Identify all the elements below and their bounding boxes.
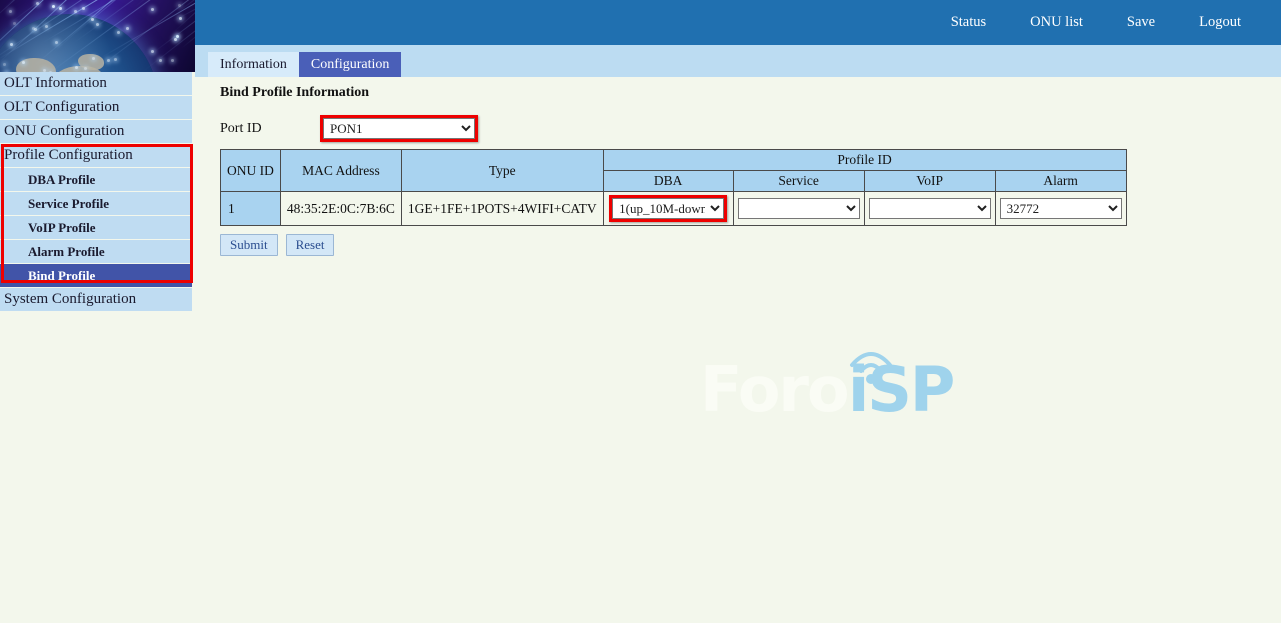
sidebar-item-onu-configuration[interactable]: ONU Configuration [0,120,192,143]
sidebar-item-profile-configuration[interactable]: Profile Configuration [0,144,192,167]
tab-list: Information Configuration [208,52,401,77]
reset-button[interactable]: Reset [286,234,335,256]
col-header-alarm: Alarm [995,171,1126,192]
dba-highlight: 1(up_10M-down_102(up_20M-down_203(up_50M… [609,195,727,222]
col-header-profile-id: Profile ID [603,150,1126,171]
sidebar-item-bind-profile[interactable]: Bind Profile [0,264,192,287]
cell-dba: 1(up_10M-down_102(up_20M-down_203(up_50M… [603,192,733,226]
sidebar-item-voip-profile[interactable]: VoIP Profile [0,216,192,239]
nav-link-onu-list[interactable]: ONU list [1008,0,1105,45]
service-profile-select[interactable]: 12 [738,198,860,219]
sidebar-item-dba-profile[interactable]: DBA Profile [0,168,192,191]
submit-button[interactable]: Submit [220,234,278,256]
port-id-label: Port ID [220,121,320,137]
col-header-voip: VoIP [864,171,995,192]
voip-profile-select[interactable]: 12 [869,198,991,219]
top-header-bar: Status ONU list Save Logout [195,0,1281,45]
watermark-text-foro: Foro [700,359,848,421]
tab-configuration[interactable]: Configuration [299,52,402,77]
nav-link-status[interactable]: Status [929,0,1008,45]
tab-information[interactable]: Information [208,52,299,77]
cell-service: 12 [733,192,864,226]
top-nav: Status ONU list Save Logout [929,0,1281,45]
watermark-text-isp: iSP [848,359,953,421]
col-header-dba: DBA [603,171,733,192]
sidebar-item-service-profile[interactable]: Service Profile [0,192,192,215]
nav-link-logout[interactable]: Logout [1177,0,1263,45]
col-header-mac-address: MAC Address [280,150,401,192]
sidebar-item-olt-information[interactable]: OLT Information [0,72,192,95]
alarm-profile-select[interactable]: 3277232773 [1000,198,1122,219]
tab-strip: Information Configuration [195,45,1281,77]
nav-link-save[interactable]: Save [1105,0,1177,45]
port-id-select[interactable]: PON1PON2PON3PON4PON5PON6PON7PON8 [323,118,475,139]
col-header-service: Service [733,171,864,192]
port-id-row: Port ID PON1PON2PON3PON4PON5PON6PON7PON8 [220,115,478,142]
sidebar-menu: OLT Information OLT Configuration ONU Co… [0,72,195,312]
foroisp-watermark: Foro iSP [700,339,970,439]
table-header-row-1: ONU ID MAC Address Type Profile ID [221,150,1127,171]
cell-type: 1GE+1FE+1POTS+4WIFI+CATV [401,192,603,226]
page-title: Bind Profile Information [220,85,369,101]
wifi-tower-icon [840,335,980,435]
sidebar-item-olt-configuration[interactable]: OLT Configuration [0,96,192,119]
sidebar-item-alarm-profile[interactable]: Alarm Profile [0,240,192,263]
cell-onu-id: 1 [221,192,281,226]
cell-alarm: 3277232773 [995,192,1126,226]
cell-mac-address: 48:35:2E:0C:7B:6C [280,192,401,226]
col-header-type: Type [401,150,603,192]
dba-profile-select[interactable]: 1(up_10M-down_102(up_20M-down_203(up_50M… [612,198,724,219]
button-row: Submit Reset [220,234,334,256]
port-id-highlight: PON1PON2PON3PON4PON5PON6PON7PON8 [320,115,478,142]
sidebar-item-system-configuration[interactable]: System Configuration [0,288,192,311]
cell-voip: 12 [864,192,995,226]
bind-profile-table-wrap: ONU ID MAC Address Type Profile ID DBA S… [220,149,1127,226]
content-area: Bind Profile Information Port ID PON1PON… [195,77,1281,623]
bind-profile-table: ONU ID MAC Address Type Profile ID DBA S… [220,149,1127,226]
banner-image [0,0,195,72]
table-row[interactable]: 1 48:35:2E:0C:7B:6C 1GE+1FE+1POTS+4WIFI+… [221,192,1127,226]
page-root: Status ONU list Save Logout OLT Informat… [0,0,1281,623]
col-header-onu-id: ONU ID [221,150,281,192]
